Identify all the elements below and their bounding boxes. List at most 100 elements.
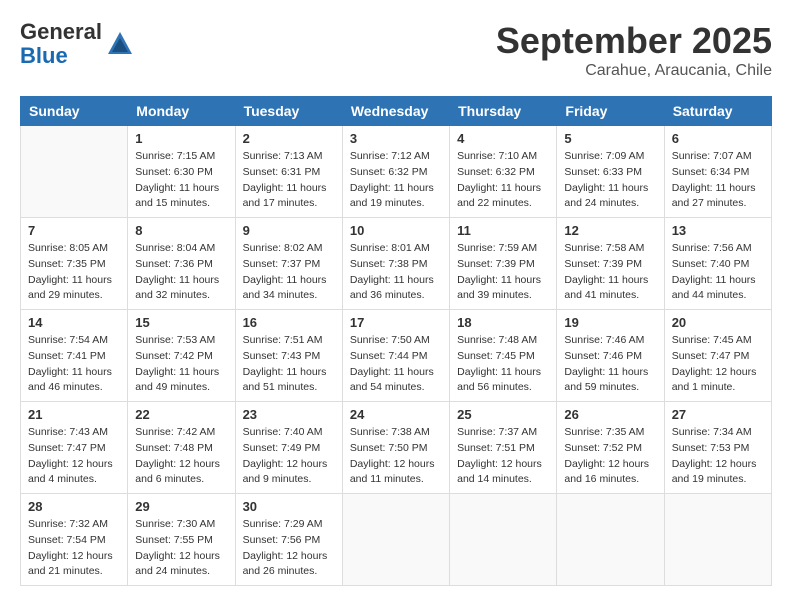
day-info: Sunrise: 7:35 AMSunset: 7:52 PMDaylight:…: [564, 425, 656, 488]
day-number: 8: [135, 223, 227, 238]
day-info: Sunrise: 7:42 AMSunset: 7:48 PMDaylight:…: [135, 425, 227, 488]
week-row-5: 28 Sunrise: 7:32 AMSunset: 7:54 PMDayligh…: [21, 494, 772, 586]
day-number: 18: [457, 315, 549, 330]
day-info: Sunrise: 7:51 AMSunset: 7:43 PMDaylight:…: [243, 333, 335, 396]
day-info: Sunrise: 7:38 AMSunset: 7:50 PMDaylight:…: [350, 425, 442, 488]
calendar-cell: 11 Sunrise: 7:59 AMSunset: 7:39 PMDayligh…: [450, 218, 557, 310]
calendar-cell: 25Sunrise: 7:37 AMSunset: 7:51 PMDayligh…: [450, 402, 557, 494]
calendar-cell: 7 Sunrise: 8:05 AMSunset: 7:35 PMDaylight…: [21, 218, 128, 310]
location-subtitle: Carahue, Araucania, Chile: [496, 62, 772, 80]
day-number: 27: [672, 407, 764, 422]
weekday-header-saturday: Saturday: [664, 97, 771, 126]
calendar-cell: [450, 494, 557, 586]
day-info: Sunrise: 7:12 AMSunset: 6:32 PMDaylight:…: [350, 149, 442, 212]
day-number: 21: [28, 407, 120, 422]
day-number: 14: [28, 315, 120, 330]
calendar-cell: 5 Sunrise: 7:09 AMSunset: 6:33 PMDaylight…: [557, 126, 664, 218]
day-number: 2: [243, 131, 335, 146]
day-number: 16: [243, 315, 335, 330]
day-number: 9: [243, 223, 335, 238]
calendar-cell: [664, 494, 771, 586]
day-info: Sunrise: 7:13 AMSunset: 6:31 PMDaylight:…: [243, 149, 335, 212]
day-info: Sunrise: 7:32 AMSunset: 7:54 PMDaylight:…: [28, 517, 120, 580]
day-info: Sunrise: 7:43 AMSunset: 7:47 PMDaylight:…: [28, 425, 120, 488]
calendar-cell: 20 Sunrise: 7:45 AMSunset: 7:47 PMDayligh…: [664, 310, 771, 402]
day-number: 25: [457, 407, 549, 422]
weekday-header-thursday: Thursday: [450, 97, 557, 126]
day-info: Sunrise: 8:02 AMSunset: 7:37 PMDaylight:…: [243, 241, 335, 304]
logo-blue-text: Blue: [20, 44, 102, 68]
day-info: Sunrise: 8:05 AMSunset: 7:35 PMDaylight:…: [28, 241, 120, 304]
day-number: 11: [457, 223, 549, 238]
day-number: 3: [350, 131, 442, 146]
week-row-1: 1Sunrise: 7:15 AMSunset: 6:30 PMDaylight…: [21, 126, 772, 218]
day-info: Sunrise: 7:58 AMSunset: 7:39 PMDaylight:…: [564, 241, 656, 304]
calendar-cell: 10Sunrise: 8:01 AMSunset: 7:38 PMDayligh…: [342, 218, 449, 310]
day-number: 7: [28, 223, 120, 238]
day-info: Sunrise: 7:59 AMSunset: 7:39 PMDaylight:…: [457, 241, 549, 304]
day-info: Sunrise: 7:53 AMSunset: 7:42 PMDaylight:…: [135, 333, 227, 396]
calendar-cell: 14Sunrise: 7:54 AMSunset: 7:41 PMDayligh…: [21, 310, 128, 402]
calendar-cell: 9 Sunrise: 8:02 AMSunset: 7:37 PMDaylight…: [235, 218, 342, 310]
logo-general-text: General: [20, 20, 102, 44]
calendar-cell: 6 Sunrise: 7:07 AMSunset: 6:34 PMDaylight…: [664, 126, 771, 218]
day-info: Sunrise: 7:09 AMSunset: 6:33 PMDaylight:…: [564, 149, 656, 212]
calendar-cell: 16 Sunrise: 7:51 AMSunset: 7:43 PMDayligh…: [235, 310, 342, 402]
day-number: 28: [28, 499, 120, 514]
calendar-cell: 13 Sunrise: 7:56 AMSunset: 7:40 PMDayligh…: [664, 218, 771, 310]
week-row-3: 14Sunrise: 7:54 AMSunset: 7:41 PMDayligh…: [21, 310, 772, 402]
day-number: 1: [135, 131, 227, 146]
calendar-cell: 22 Sunrise: 7:42 AMSunset: 7:48 PMDayligh…: [128, 402, 235, 494]
day-number: 15: [135, 315, 227, 330]
logo-icon: [106, 30, 134, 58]
day-info: Sunrise: 7:30 AMSunset: 7:55 PMDaylight:…: [135, 517, 227, 580]
day-info: Sunrise: 7:50 AMSunset: 7:44 PMDaylight:…: [350, 333, 442, 396]
calendar-cell: 8Sunrise: 8:04 AMSunset: 7:36 PMDaylight…: [128, 218, 235, 310]
day-info: Sunrise: 7:07 AMSunset: 6:34 PMDaylight:…: [672, 149, 764, 212]
calendar-cell: 29Sunrise: 7:30 AMSunset: 7:55 PMDayligh…: [128, 494, 235, 586]
day-number: 26: [564, 407, 656, 422]
day-info: Sunrise: 7:29 AMSunset: 7:56 PMDaylight:…: [243, 517, 335, 580]
calendar-cell: 19 Sunrise: 7:46 AMSunset: 7:46 PMDayligh…: [557, 310, 664, 402]
weekday-header-friday: Friday: [557, 97, 664, 126]
calendar-cell: 27 Sunrise: 7:34 AMSunset: 7:53 PMDayligh…: [664, 402, 771, 494]
day-number: 6: [672, 131, 764, 146]
weekday-header-wednesday: Wednesday: [342, 97, 449, 126]
weekday-header-row: SundayMondayTuesdayWednesdayThursdayFrid…: [21, 97, 772, 126]
week-row-4: 21 Sunrise: 7:43 AMSunset: 7:47 PMDayligh…: [21, 402, 772, 494]
day-info: Sunrise: 7:48 AMSunset: 7:45 PMDaylight:…: [457, 333, 549, 396]
calendar-cell: 15 Sunrise: 7:53 AMSunset: 7:42 PMDayligh…: [128, 310, 235, 402]
week-row-2: 7 Sunrise: 8:05 AMSunset: 7:35 PMDaylight…: [21, 218, 772, 310]
weekday-header-tuesday: Tuesday: [235, 97, 342, 126]
day-number: 5: [564, 131, 656, 146]
calendar-cell: 24 Sunrise: 7:38 AMSunset: 7:50 PMDayligh…: [342, 402, 449, 494]
day-number: 23: [243, 407, 335, 422]
calendar-cell: [557, 494, 664, 586]
day-number: 19: [564, 315, 656, 330]
calendar-cell: 12 Sunrise: 7:58 AMSunset: 7:39 PMDayligh…: [557, 218, 664, 310]
calendar-table: SundayMondayTuesdayWednesdayThursdayFrid…: [20, 96, 772, 586]
day-number: 22: [135, 407, 227, 422]
calendar-cell: 26 Sunrise: 7:35 AMSunset: 7:52 PMDayligh…: [557, 402, 664, 494]
calendar-cell: 1Sunrise: 7:15 AMSunset: 6:30 PMDaylight…: [128, 126, 235, 218]
day-number: 12: [564, 223, 656, 238]
calendar-cell: 4Sunrise: 7:10 AMSunset: 6:32 PMDaylight…: [450, 126, 557, 218]
day-number: 20: [672, 315, 764, 330]
day-number: 24: [350, 407, 442, 422]
month-title: September 2025: [496, 20, 772, 62]
calendar-cell: 28 Sunrise: 7:32 AMSunset: 7:54 PMDayligh…: [21, 494, 128, 586]
title-block: September 2025 Carahue, Araucania, Chile: [496, 20, 772, 80]
day-info: Sunrise: 7:10 AMSunset: 6:32 PMDaylight:…: [457, 149, 549, 212]
day-info: Sunrise: 7:56 AMSunset: 7:40 PMDaylight:…: [672, 241, 764, 304]
day-info: Sunrise: 7:34 AMSunset: 7:53 PMDaylight:…: [672, 425, 764, 488]
calendar-cell: 23Sunrise: 7:40 AMSunset: 7:49 PMDayligh…: [235, 402, 342, 494]
day-number: 13: [672, 223, 764, 238]
day-number: 17: [350, 315, 442, 330]
weekday-header-sunday: Sunday: [21, 97, 128, 126]
day-number: 30: [243, 499, 335, 514]
day-info: Sunrise: 7:45 AMSunset: 7:47 PMDaylight:…: [672, 333, 764, 396]
calendar-cell: 18 Sunrise: 7:48 AMSunset: 7:45 PMDayligh…: [450, 310, 557, 402]
calendar-cell: 17 Sunrise: 7:50 AMSunset: 7:44 PMDayligh…: [342, 310, 449, 402]
day-info: Sunrise: 7:46 AMSunset: 7:46 PMDaylight:…: [564, 333, 656, 396]
calendar-cell: 2 Sunrise: 7:13 AMSunset: 6:31 PMDaylight…: [235, 126, 342, 218]
